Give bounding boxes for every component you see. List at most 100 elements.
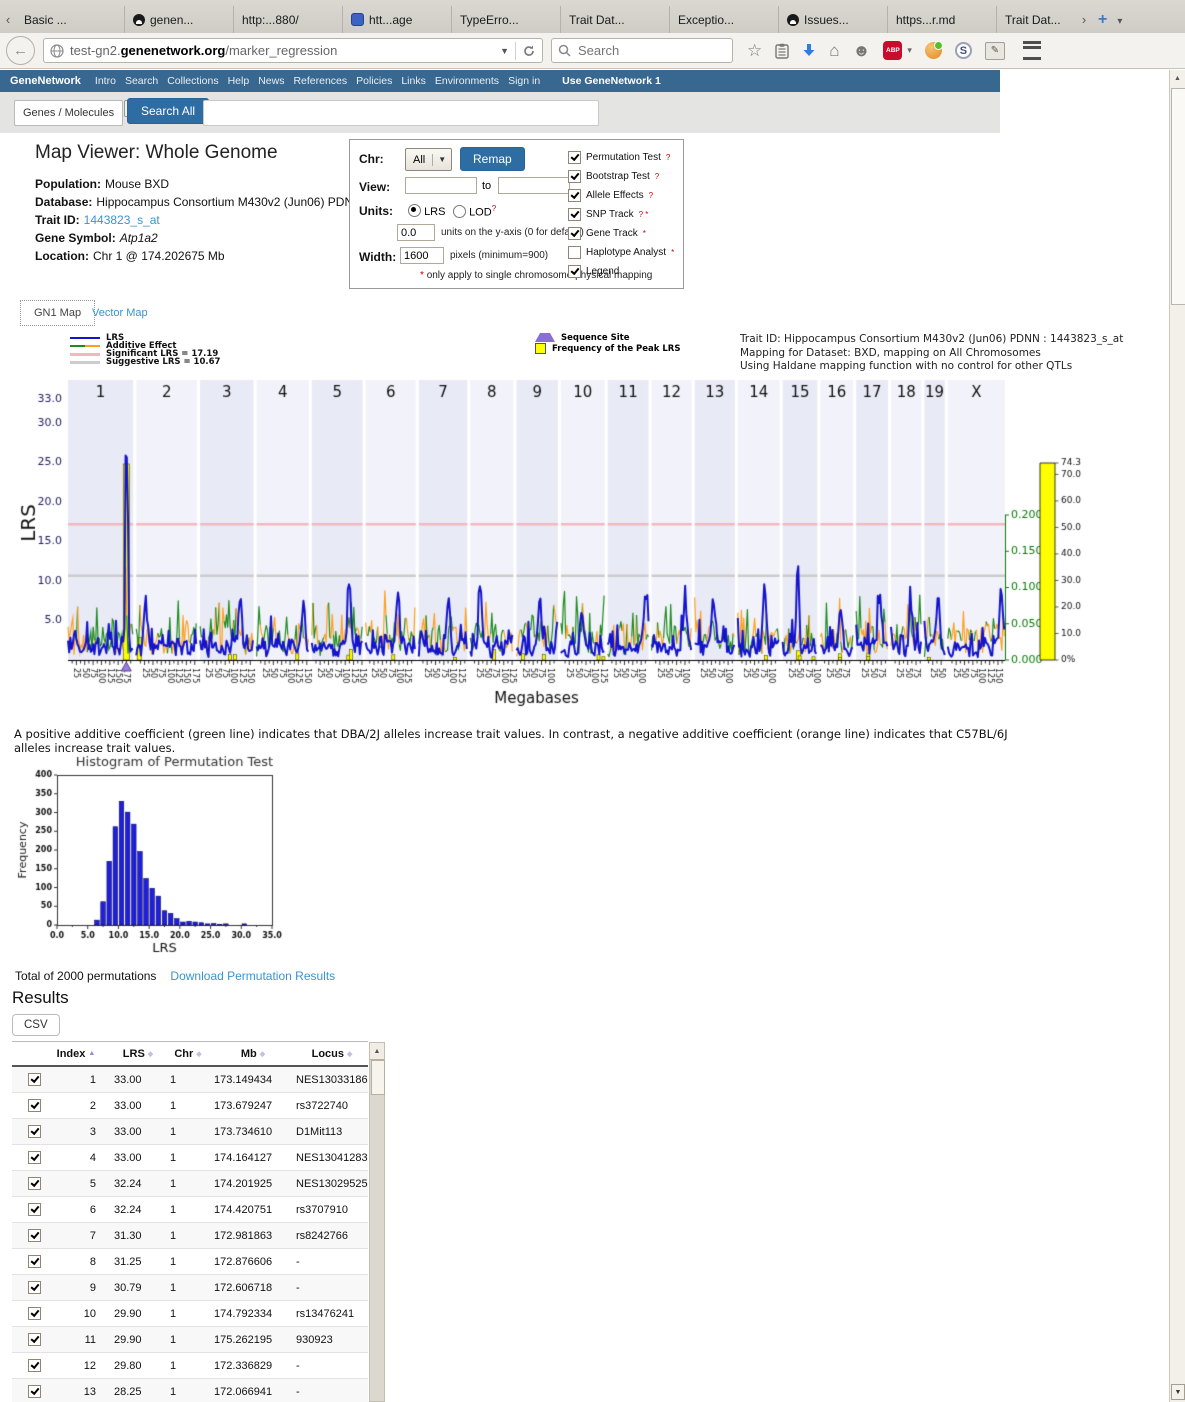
feedback-smiley-icon[interactable]: ☻ bbox=[853, 42, 871, 59]
tab-scroll-right-icon[interactable]: › bbox=[1076, 5, 1092, 33]
tab-gn1-map[interactable]: GN1 Map bbox=[20, 300, 95, 326]
remap-button[interactable]: Remap bbox=[460, 147, 525, 171]
table-scroll-up-icon[interactable]: ▲ bbox=[370, 1043, 384, 1060]
table-row[interactable]: 1029.901174.792334rs13476241 bbox=[12, 1301, 368, 1327]
nav-item-sign-in[interactable]: Sign in bbox=[508, 75, 540, 87]
download-icon[interactable] bbox=[802, 43, 816, 58]
search-all-button[interactable]: Search All bbox=[127, 98, 209, 124]
table-row[interactable]: 632.241174.420751rs3707910 bbox=[12, 1197, 368, 1223]
page-scrollbar[interactable]: ▲ ▼ bbox=[1169, 70, 1185, 1402]
page-scroll-up-icon[interactable]: ▲ bbox=[1170, 70, 1185, 86]
browser-tab[interactable]: Exceptio... bbox=[670, 6, 779, 33]
page-scroll-down-icon[interactable]: ▼ bbox=[1171, 1384, 1185, 1400]
table-row[interactable]: 333.001173.734610D1Mit113 bbox=[12, 1119, 368, 1145]
checkbox-bootstrap-test[interactable] bbox=[568, 170, 581, 183]
browser-tab[interactable]: http:...880/ bbox=[234, 6, 343, 33]
results-table-scrollbar[interactable]: ▲ bbox=[369, 1042, 385, 1402]
new-tab-button[interactable]: + bbox=[1092, 11, 1115, 33]
browser-tab[interactable]: Issues... bbox=[779, 6, 888, 33]
nav-item-environments[interactable]: Environments bbox=[435, 75, 499, 87]
row-checkbox[interactable] bbox=[28, 1255, 41, 1268]
all-tabs-dropdown-icon[interactable]: ▾ bbox=[1115, 16, 1132, 33]
reload-icon[interactable] bbox=[522, 44, 536, 58]
tab-vector-map[interactable]: Vector Map bbox=[92, 307, 148, 319]
table-row[interactable]: 831.251172.876606- bbox=[12, 1249, 368, 1275]
table-row[interactable]: 1129.901175.262195930923 bbox=[12, 1327, 368, 1353]
info-value[interactable]: 1443823_s_at bbox=[84, 213, 160, 227]
back-button[interactable]: ← bbox=[6, 36, 35, 65]
home-icon[interactable]: ⌂ bbox=[829, 42, 839, 59]
table-scroll-thumb[interactable] bbox=[371, 1060, 385, 1095]
row-checkbox[interactable] bbox=[28, 1203, 41, 1216]
csv-button[interactable]: CSV bbox=[12, 1014, 60, 1036]
units-lrs-radio[interactable]: LRS bbox=[408, 204, 445, 218]
nav-item-news[interactable]: News bbox=[258, 75, 284, 87]
browser-tab[interactable]: TypeErro... bbox=[452, 6, 561, 33]
table-row[interactable]: 233.001173.679247rs3722740 bbox=[12, 1093, 368, 1119]
sort-icon[interactable]: ◆ bbox=[260, 1050, 265, 1058]
nav-item-intro[interactable]: Intro bbox=[95, 75, 116, 87]
row-checkbox[interactable] bbox=[28, 1073, 41, 1086]
row-checkbox[interactable] bbox=[28, 1281, 41, 1294]
column-header-mb[interactable]: Mb◆ bbox=[206, 1048, 292, 1060]
browser-search-input[interactable] bbox=[576, 42, 710, 59]
sort-icon[interactable]: ◆ bbox=[148, 1050, 153, 1058]
adblock-icon[interactable]: ABP bbox=[883, 41, 902, 60]
table-row[interactable]: 1328.251172.066941- bbox=[12, 1379, 368, 1402]
browser-tab[interactable]: https...r.md bbox=[888, 6, 997, 33]
row-checkbox[interactable] bbox=[28, 1385, 41, 1398]
sort-icon[interactable]: ◆ bbox=[196, 1050, 201, 1058]
row-checkbox[interactable] bbox=[28, 1125, 41, 1138]
browser-search-bar[interactable] bbox=[551, 38, 733, 63]
table-row[interactable]: 133.001173.149434NES13033186 bbox=[12, 1067, 368, 1093]
table-row[interactable]: 930.791172.606718- bbox=[12, 1275, 368, 1301]
browser-tab[interactable]: genen... bbox=[125, 6, 234, 33]
download-permutation-link[interactable]: Download Permutation Results bbox=[170, 969, 335, 983]
column-header-chr[interactable]: Chr◆ bbox=[162, 1048, 206, 1060]
nav-item-references[interactable]: References bbox=[293, 75, 347, 87]
proxy-extension-icon[interactable] bbox=[925, 42, 942, 59]
row-checkbox[interactable] bbox=[28, 1229, 41, 1242]
column-header-lrs[interactable]: LRS◆ bbox=[106, 1048, 162, 1060]
sort-asc-icon[interactable]: ▲ bbox=[88, 1050, 95, 1057]
browser-tab[interactable]: Trait Dat... bbox=[997, 6, 1076, 33]
search-category-select[interactable]: Genes / Molecules bbox=[14, 100, 123, 126]
nav-item-policies[interactable]: Policies bbox=[356, 75, 392, 87]
row-checkbox[interactable] bbox=[28, 1307, 41, 1320]
nav-item-links[interactable]: Links bbox=[401, 75, 426, 87]
checkbox-snp-track[interactable] bbox=[568, 208, 581, 221]
yaxis-units-input[interactable] bbox=[397, 224, 435, 241]
use-genenetwork1-link[interactable]: Use GeneNetwork 1 bbox=[562, 75, 661, 87]
row-checkbox[interactable] bbox=[28, 1359, 41, 1372]
nav-item-search[interactable]: Search bbox=[125, 75, 158, 87]
row-checkbox[interactable] bbox=[28, 1099, 41, 1112]
table-row[interactable]: 731.301172.981863rs8242766 bbox=[12, 1223, 368, 1249]
bookmark-star-icon[interactable]: ☆ bbox=[747, 42, 762, 59]
url-history-dropdown-icon[interactable]: ▼ bbox=[500, 46, 509, 56]
gn-brand[interactable]: GeneNetwork bbox=[10, 75, 81, 87]
url-bar[interactable]: test-gn2.genenetwork.org/marker_regressi… bbox=[43, 38, 543, 63]
browser-tab[interactable]: Basic ... bbox=[16, 6, 125, 33]
units-lod-radio[interactable]: LOD? bbox=[453, 204, 496, 219]
lod-help-icon[interactable]: ? bbox=[492, 204, 496, 213]
menu-icon[interactable] bbox=[1023, 41, 1041, 60]
bookmarks-menu-icon[interactable] bbox=[775, 43, 789, 59]
nav-item-help[interactable]: Help bbox=[228, 75, 250, 87]
tab-scroll-left-icon[interactable]: ‹ bbox=[0, 5, 16, 33]
s-extension-icon[interactable]: S bbox=[955, 42, 972, 59]
table-row[interactable]: 433.001174.164127NES13041283 bbox=[12, 1145, 368, 1171]
browser-tab[interactable]: Trait Dat... bbox=[561, 6, 670, 33]
checkbox-permutation-test[interactable] bbox=[568, 151, 581, 164]
chromosome-select[interactable]: All▼ bbox=[405, 148, 452, 171]
browser-tab[interactable]: htt...age bbox=[343, 6, 452, 33]
width-input[interactable] bbox=[400, 247, 444, 264]
row-checkbox[interactable] bbox=[28, 1333, 41, 1346]
checkbox-haplotype-analyst[interactable] bbox=[568, 246, 581, 259]
view-to-input[interactable] bbox=[498, 177, 570, 194]
gn-search-input[interactable] bbox=[203, 100, 599, 126]
row-checkbox[interactable] bbox=[28, 1177, 41, 1190]
whole-genome-map-chart[interactable] bbox=[0, 373, 1185, 713]
view-from-input[interactable] bbox=[405, 177, 477, 194]
checkbox-allele-effects[interactable] bbox=[568, 189, 581, 202]
checkbox-legend[interactable] bbox=[568, 265, 581, 278]
